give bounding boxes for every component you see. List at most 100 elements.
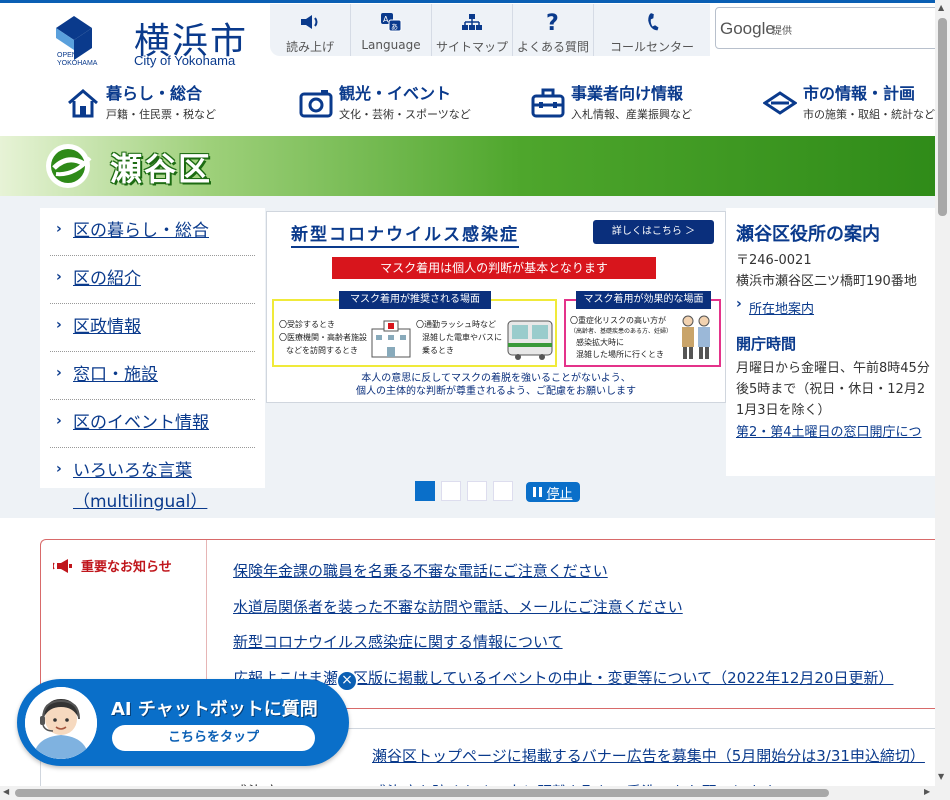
hours-line: 1月3日を除く） (736, 403, 831, 418)
boxA-line: 〇医療機関・高齢者施設 (279, 333, 367, 342)
carousel-dot[interactable] (441, 481, 461, 501)
read-aloud-button[interactable]: 読み上げ (270, 4, 351, 56)
nav-living-title: 暮らし・総合 (106, 84, 203, 103)
train-illustration-icon (507, 320, 553, 360)
notice-link[interactable]: 新型コロナウイルス感染症に関する情報について (233, 625, 893, 661)
carousel-dot[interactable] (493, 481, 513, 501)
chatbot-title: AI チャットボットに質問 (111, 699, 318, 720)
ward-name: 瀬谷区 (110, 150, 213, 188)
chevron-right-icon: › (56, 221, 62, 237)
chevron-right-icon: › (56, 461, 62, 477)
briefcase-icon (531, 88, 565, 118)
mask-recommended-title: マスク着用が推奨される場面 (339, 291, 491, 309)
slide-title: 新型コロナウイルス感染症 (291, 220, 519, 248)
yokohama-logo[interactable]: OPEN YOKOHAMA 横浜市 City of Yokohama (52, 14, 252, 70)
chevron-right-icon: › (56, 317, 62, 333)
carousel-stop-button[interactable]: 停止 (526, 482, 580, 502)
chevron-right-icon: › (56, 365, 62, 381)
nav-tourism-title: 観光・イベント (339, 84, 452, 103)
google-provided-text: 提供 (772, 26, 792, 37)
camera-icon (299, 90, 333, 118)
search-input[interactable]: Google 提供 (715, 7, 940, 49)
slide-footer-line: 個人の主体的な判断が尊重されるよう、ご配慮をお願いします (356, 386, 636, 397)
menu-item-facilities[interactable]: › 窓口・施設 (50, 352, 255, 400)
slide-details-button[interactable]: 詳しくはこちら ＞ (593, 220, 714, 244)
office-map-link[interactable]: 所在地案内 (749, 302, 814, 317)
mask-effective-title: マスク着用が効果的な場面 (576, 291, 711, 309)
read-aloud-label: 読み上げ (285, 40, 334, 54)
sitemap-icon (461, 12, 483, 32)
menu-item-admin[interactable]: › 区政情報 (50, 304, 255, 352)
carousel-indicators (415, 481, 513, 501)
saturday-opening-link[interactable]: 第2・第4土曜日の窓口開庁につ (736, 425, 922, 440)
hours-line: 後5時まで（祝日・休日・12月2 (736, 382, 926, 397)
sitemap-button[interactable]: サイトマップ (432, 4, 513, 56)
faq-button[interactable]: ? よくある質問 (513, 4, 594, 56)
menu-item-intro[interactable]: › 区の紹介 (50, 256, 255, 304)
call-center-button[interactable]: コールセンター (594, 4, 710, 56)
language-button[interactable]: Aあ Language (351, 4, 432, 56)
covid-slide-banner[interactable]: 新型コロナウイルス感染症 詳しくはこちら ＞ マスク着用は個人の判断が基本となり… (266, 211, 726, 403)
office-address: 横浜市瀬谷区二ツ橋町190番地 (736, 274, 917, 289)
menu-item-label[interactable]: 区の紹介 (73, 269, 141, 289)
ai-chatbot-button[interactable]: AI チャットボットに質問 こちらをタップ (17, 679, 349, 766)
menu-item-multilingual[interactable]: › いろいろな言葉（multilingual） (50, 448, 255, 526)
nav-business-sub: 入札情報、産業振興など (571, 108, 692, 121)
horizontal-scrollbar[interactable]: ◀ ▶ (0, 786, 950, 800)
logo-subtitle: City of Yokohama (134, 53, 236, 68)
boxA2-line: 〇通勤ラッシュ時など (416, 320, 496, 329)
boxB-line: 混雑した場所に行くとき (576, 350, 664, 359)
nav-business[interactable]: 事業者向け情報 入札情報、産業振興など (531, 78, 741, 130)
banner-ad-link[interactable]: 瀬谷区トップページに掲載するバナー広告を募集中（5月開始分は3/31申込締切） (372, 745, 925, 766)
menu-item-living[interactable]: › 区の暮らし・総合 (50, 208, 255, 256)
boxA-line: 〇受診するとき (279, 320, 335, 329)
vertical-scrollbar[interactable]: ▲ ▼ (935, 0, 950, 786)
nav-tourism[interactable]: 観光・イベント 文化・芸術・スポーツなど (299, 78, 519, 130)
ward-menu: › 区の暮らし・総合 › 区の紹介 › 区政情報 › 窓口・施設 › 区のイベント情報 ›… (40, 208, 265, 512)
boxB-line: （高齢者、基礎疾患のある方、妊婦） (570, 328, 673, 335)
boxB-line: 〇重症化リスクの高い方が (570, 316, 666, 325)
nav-city-info[interactable]: 市の情報・計画 市の施策・取組・統計など (763, 78, 950, 130)
chatbot-close-icon[interactable]: × (336, 670, 358, 692)
nav-living[interactable]: 暮らし・総合 戸籍・住民票・税など (66, 78, 266, 130)
nav-city-info-sub: 市の施策・取組・統計など (803, 108, 935, 121)
chatbot-tap-button[interactable]: こちらをタップ (112, 725, 315, 751)
boxA2-line: 混雑した電車やバスに (422, 333, 502, 342)
carousel-dot[interactable] (415, 481, 435, 501)
scroll-down-arrow-icon[interactable]: ▼ (938, 772, 944, 781)
language-icon: Aあ (380, 12, 402, 32)
notice-link[interactable]: 水道局関係者を装った不審な訪問や電話、メールにご注意ください (233, 590, 893, 626)
nav-business-title: 事業者向け情報 (571, 84, 684, 103)
office-title: 瀬谷区役所の案内 (736, 224, 880, 245)
boxA2-line: 乗るとき (422, 346, 454, 355)
open-yokohama-text: OPEN YOKOHAMA (57, 52, 98, 67)
menu-item-label[interactable]: いろいろな言葉（multilingual） (73, 461, 207, 512)
menu-item-events[interactable]: › 区のイベント情報 (50, 400, 255, 448)
pause-icon (533, 487, 543, 497)
menu-item-label[interactable]: 区のイベント情報 (73, 413, 209, 433)
faq-label: よくある質問 (516, 40, 589, 54)
vertical-scroll-thumb[interactable] (938, 18, 947, 216)
menu-item-label[interactable]: 窓口・施設 (73, 365, 158, 385)
operator-avatar (25, 687, 97, 759)
horizontal-scroll-thumb[interactable] (15, 789, 829, 797)
scroll-up-arrow-icon[interactable]: ▲ (938, 3, 944, 12)
notice-heading-row: 重要なお知らせ (53, 556, 172, 575)
notice-link[interactable]: 保険年金課の職員を名乗る不審な電話にご注意ください (233, 554, 893, 590)
notice-list: 保険年金課の職員を名乗る不審な電話にご注意ください 水道局関係者を装った不審な訪… (233, 554, 893, 696)
top-accent-line (0, 0, 950, 3)
elderly-couple-illustration-icon (682, 315, 710, 359)
call-center-label: コールセンター (609, 40, 694, 54)
office-map-row: › 所在地案内 (736, 296, 950, 317)
city-emblem-icon (763, 91, 797, 115)
scroll-left-arrow-icon[interactable]: ◀ (3, 787, 9, 796)
carousel-stop-label: 停止 (546, 486, 573, 502)
office-postal: 〒246-0021 (736, 253, 812, 268)
google-brand-text: Google (720, 19, 775, 38)
scroll-right-arrow-icon[interactable]: ▶ (924, 787, 930, 796)
carousel-dot[interactable] (467, 481, 487, 501)
ward-office-info: 瀬谷区役所の案内 〒246-0021 横浜市瀬谷区二ツ橋町190番地 › 所在地… (726, 208, 950, 476)
menu-item-label[interactable]: 区の暮らし・総合 (73, 221, 209, 241)
nav-tourism-sub: 文化・芸術・スポーツなど (339, 108, 471, 121)
menu-item-label[interactable]: 区政情報 (73, 317, 141, 337)
